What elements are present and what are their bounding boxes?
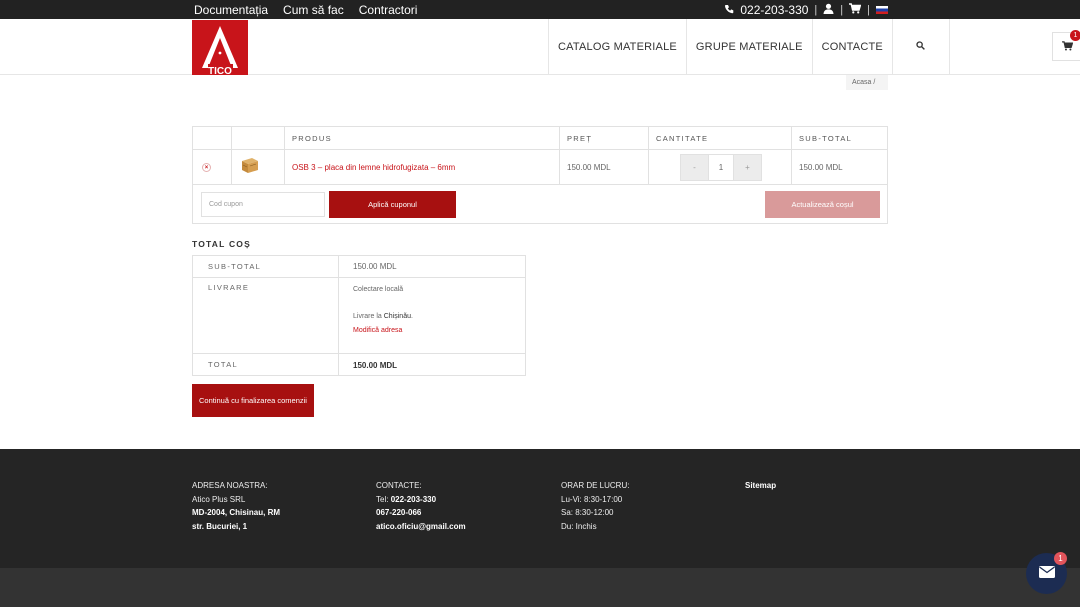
update-cart-button[interactable]: Actualizează coșul [765, 191, 880, 218]
footer-sitemap: Sitemap [745, 479, 776, 493]
product-thumbnail[interactable] [240, 155, 260, 175]
footer-address-line: str. Bucuriei, 1 [192, 521, 248, 531]
divider [231, 127, 232, 185]
cart-table: PRODUS PREȚ CANTITATE SUB-TOTAL × OSB 3 … [192, 126, 888, 224]
main-nav: CATALOG MATERIALE GRUPE MATERIALE CONTAC… [548, 19, 950, 75]
separator: | [840, 3, 844, 16]
col-product: PRODUS [292, 134, 332, 143]
qty-input[interactable]: 1 [708, 155, 734, 180]
footer-hours-title: ORAR DE LUCRU: [561, 481, 630, 490]
footer-hours-line: Du: Inchis [561, 521, 597, 531]
footer-contacts: CONTACTE: Tel: 022-203-330 067-220-066 a… [376, 479, 466, 533]
nav-search[interactable] [891, 19, 950, 75]
qty-plus-button[interactable]: + [734, 155, 761, 180]
footer-hours: ORAR DE LUCRU: Lu-Vi: 8:30-17:00 Sa: 8:3… [561, 479, 629, 533]
breadcrumb-separator: / [873, 79, 876, 86]
item-subtotal: 150.00 MDL [799, 163, 843, 172]
logo[interactable]: TICO [192, 20, 248, 75]
top-right: 022-203-330 | | | [724, 0, 888, 19]
footer-hours-line: Lu-Vi: 8:30-17:00 [561, 494, 623, 504]
footer-hours-line: Sa: 8:30-12:00 [561, 508, 614, 517]
breadcrumb: Acasa / [846, 75, 888, 90]
footer-contacts-title: CONTACTE: [376, 481, 422, 490]
col-quantity: CANTITATE [656, 134, 709, 143]
footer-bottom [0, 568, 1080, 607]
search-icon [916, 41, 926, 53]
quantity-stepper: - 1 + [680, 154, 762, 181]
footer-phone-2[interactable]: 067-220-066 [376, 506, 466, 520]
cart-totals-table: SUB-TOTAL 150.00 MDL LIVRARE Colectare l… [192, 255, 526, 376]
total-label: TOTAL [208, 360, 238, 369]
footer-address: ADRESA NOASTRA: Atico Plus SRL MD-2004, … [192, 479, 280, 533]
phone-icon [724, 3, 734, 17]
shipping-suffix: . [411, 313, 413, 320]
divider [648, 127, 649, 185]
top-link-contractors[interactable]: Contractori [359, 3, 418, 17]
subtotal-label: SUB-TOTAL [208, 262, 262, 271]
footer-address-line: Atico Plus SRL [192, 494, 246, 504]
product-name-link[interactable]: OSB 3 – placa din lemne hidrofugizata – … [292, 163, 455, 172]
top-bar: Documentația Cum să fac Contractori 022-… [0, 0, 1080, 19]
sitemap-link[interactable]: Sitemap [745, 479, 776, 493]
apply-coupon-button[interactable]: Aplică cuponul [329, 191, 456, 218]
cart-totals-title: TOTAL COȘ [192, 239, 251, 249]
footer-phone-1[interactable]: 022-203-330 [391, 495, 436, 504]
footer-address-line: MD-2004, Chisinau, RM [192, 508, 281, 517]
divider [193, 353, 525, 354]
coupon-input[interactable]: Cod cupon [201, 192, 325, 217]
cart-icon[interactable] [849, 2, 862, 17]
change-address-link[interactable]: Modifică adresa [353, 327, 402, 334]
nav-groups[interactable]: GRUPE MATERIALE [685, 19, 812, 75]
footer-email[interactable]: atico.oficiu@gmail.com [376, 520, 466, 534]
shipping-method: Colectare locală [353, 286, 404, 293]
shipping-to-prefix: Livrare la [353, 313, 382, 320]
separator: | [814, 3, 818, 16]
phone-number[interactable]: 022-203-330 [740, 3, 808, 17]
site-header: TICO CATALOG MATERIALE GRUPE MATERIALE C… [0, 19, 1080, 75]
shipping-destination: Livrare la Chișinău. [353, 313, 413, 320]
nav-contacts[interactable]: CONTACTE [811, 19, 892, 75]
remove-item-button[interactable]: × [202, 163, 211, 172]
header-cart-button[interactable]: 1 [1052, 30, 1080, 61]
divider [791, 127, 792, 185]
qty-minus-button[interactable]: - [681, 155, 708, 180]
top-links: Documentația Cum să fac Contractori [194, 0, 417, 19]
item-price: 150.00 MDL [567, 163, 611, 172]
cart-header-row: PRODUS PREȚ CANTITATE SUB-TOTAL [193, 127, 887, 150]
footer-address-title: ADRESA NOASTRA: [192, 481, 268, 490]
footer-phone-line: Tel: 022-203-330 [376, 493, 466, 507]
divider [338, 256, 339, 375]
top-link-documentation[interactable]: Documentația [194, 3, 268, 17]
shipping-city: Chișinău [383, 313, 411, 320]
divider [284, 127, 285, 185]
total-value: 150.00 MDL [353, 361, 398, 370]
cart-item-row: × OSB 3 – placa din lemne hidrofugizata … [193, 150, 887, 185]
flag-ru-icon[interactable] [876, 5, 888, 14]
chat-button[interactable]: 1 [1026, 552, 1067, 594]
separator: | [867, 3, 870, 16]
col-price: PREȚ [567, 134, 593, 143]
divider [559, 127, 560, 185]
chat-notification-badge: 1 [1054, 552, 1067, 565]
cart-count-badge: 1 [1070, 30, 1080, 41]
footer-tel-prefix: Tel: [376, 494, 389, 504]
divider [193, 277, 525, 278]
top-link-how-to[interactable]: Cum să fac [283, 3, 344, 17]
user-icon[interactable] [823, 3, 834, 17]
proceed-to-checkout-button[interactable]: Continuă cu finalizarea comenzii [192, 384, 314, 417]
logo-text: TICO [208, 66, 232, 75]
col-subtotal: SUB-TOTAL [799, 134, 853, 143]
envelope-icon [1038, 565, 1055, 583]
cart-icon [1062, 38, 1074, 56]
nav-catalog[interactable]: CATALOG MATERIALE [548, 19, 686, 75]
shipping-label: LIVRARE [208, 283, 250, 292]
subtotal-value: 150.00 MDL [353, 262, 397, 271]
breadcrumb-home[interactable]: Acasa [852, 79, 871, 86]
site-footer: ADRESA NOASTRA: Atico Plus SRL MD-2004, … [0, 449, 1080, 568]
